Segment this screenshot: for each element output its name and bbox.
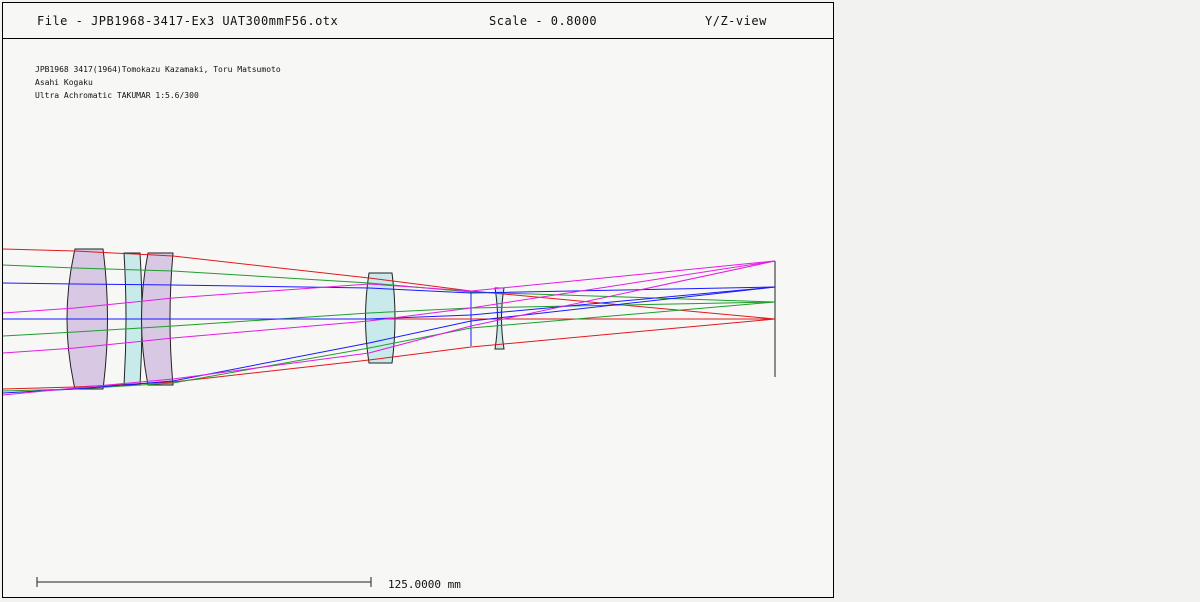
lens-diagram [3, 248, 776, 587]
scale-bar [36, 577, 372, 587]
scale-bar-label: 125.0000 mm [388, 578, 461, 591]
optical-layout-window: File - JPB1968-3417-Ex3 UAT300mmF56.otx … [2, 2, 834, 598]
